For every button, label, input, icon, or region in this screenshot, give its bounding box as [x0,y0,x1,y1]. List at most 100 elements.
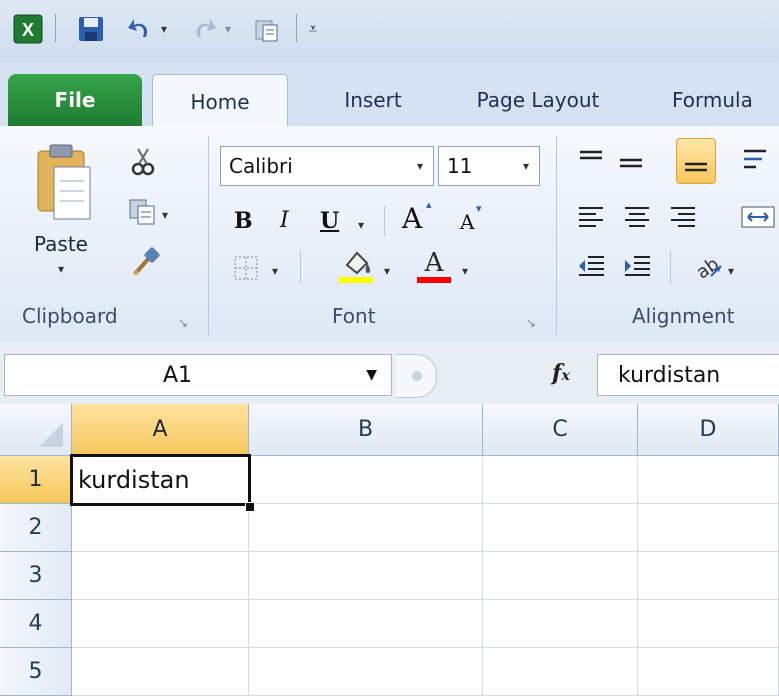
formula-bar-splitter[interactable] [396,354,437,398]
quick-access-toolbar: X ▾ ▾ ⩡ [0,0,779,63]
undo-dropdown-icon[interactable]: ▾ [156,12,172,46]
font-name-dropdown-icon[interactable]: ▾ [417,159,423,173]
select-all-corner[interactable] [0,404,72,456]
wrap-text-icon[interactable] [740,140,779,180]
clipboard-launcher-icon[interactable]: ↘ [178,312,188,331]
fill-color-icon[interactable] [336,246,376,286]
cell-c1[interactable] [483,456,638,504]
cell-a2[interactable] [72,504,249,552]
grow-font-button[interactable]: A [402,202,422,235]
customize-toolbar-icon[interactable]: ⩡ [302,12,324,46]
copy-dropdown-icon[interactable]: ▾ [162,204,168,223]
font-size-dropdown-icon[interactable]: ▾ [523,159,529,173]
cell-d4[interactable] [638,600,779,648]
align-middle-icon[interactable] [614,148,648,178]
format-painter-icon[interactable] [128,244,162,280]
worksheet-grid[interactable]: A B C D 1 2 3 4 5 kurdistan [0,404,779,696]
shrink-font-arrow-icon: ▾ [476,202,482,215]
tab-page-layout[interactable]: Page Layout [458,74,618,126]
cell-d1[interactable] [638,456,779,504]
row-header-2[interactable]: 2 [0,504,72,552]
align-left-icon[interactable] [574,202,608,232]
orientation-dropdown-icon[interactable]: ▾ [728,260,734,279]
cell-d5[interactable] [638,648,779,696]
redo-icon[interactable] [188,12,220,46]
cell-c2[interactable] [483,504,638,552]
font-size-combo[interactable]: 11 ▾ [438,146,540,186]
tab-home[interactable]: Home [152,74,288,128]
increase-indent-icon[interactable] [620,250,654,284]
decrease-indent-icon[interactable] [574,250,608,284]
align-right-icon[interactable] [666,202,700,232]
cell-c4[interactable] [483,600,638,648]
cell-a5[interactable] [72,648,249,696]
paste-icon[interactable] [28,142,100,226]
font-color-letter: A [424,248,444,278]
redo-dropdown-icon[interactable]: ▾ [220,12,236,46]
cut-icon[interactable] [128,146,158,178]
column-header-c[interactable]: C [483,404,638,456]
grow-font-arrow-icon: ▴ [426,198,432,211]
merge-center-icon[interactable] [740,200,779,234]
font-name-value: Calibri [229,154,293,178]
name-box-value: A1 [163,363,193,388]
tab-formulas[interactable]: Formula [672,74,779,126]
italic-button[interactable]: I [280,208,289,233]
font-color-icon[interactable]: A [414,246,454,286]
cell-a3[interactable] [72,552,249,600]
excel-logo-icon: X [10,12,46,46]
name-box-dropdown-icon[interactable]: ▼ [366,367,377,383]
align-bottom-icon[interactable] [676,138,716,184]
column-header-d[interactable]: D [638,404,779,456]
underline-button[interactable]: U [320,208,339,234]
alignment-group-label: Alignment [632,304,735,328]
formula-input-value: kurdistan [618,362,721,388]
insert-function-icon[interactable]: fx [552,360,570,386]
cell-d2[interactable] [638,504,779,552]
shrink-font-button[interactable]: A [460,210,474,234]
fill-handle[interactable] [245,502,255,512]
row-header-5[interactable]: 5 [0,648,72,696]
tab-insert[interactable]: Insert [318,74,428,126]
undo-icon[interactable] [124,12,156,46]
orientation-icon[interactable]: ab [688,248,728,284]
paste-special-icon[interactable] [250,12,284,46]
svg-text:X: X [22,20,34,40]
name-box[interactable]: A1 ▼ [4,354,392,396]
row-header-4[interactable]: 4 [0,600,72,648]
cell-b3[interactable] [249,552,483,600]
font-launcher-icon[interactable]: ↘ [526,312,536,331]
clipboard-group-label: Clipboard [22,304,118,328]
formula-input[interactable]: kurdistan [597,354,779,396]
ribbon-tabs: File Home Insert Page Layout Formula [0,62,779,128]
borders-icon[interactable] [230,252,262,284]
align-center-icon[interactable] [620,202,654,232]
font-size-value: 11 [447,154,473,178]
paste-dropdown-icon[interactable]: ▾ [58,258,64,277]
cell-c5[interactable] [483,648,638,696]
font-name-combo[interactable]: Calibri ▾ [220,146,434,186]
cell-b4[interactable] [249,600,483,648]
cell-d3[interactable] [638,552,779,600]
row-header-3[interactable]: 3 [0,552,72,600]
column-header-b[interactable]: B [249,404,483,456]
cell-b5[interactable] [249,648,483,696]
cell-b2[interactable] [249,504,483,552]
borders-dropdown-icon[interactable]: ▾ [272,260,278,279]
tab-file[interactable]: File [8,74,142,126]
bold-button[interactable]: B [234,208,253,234]
fill-color-dropdown-icon[interactable]: ▾ [384,260,390,279]
underline-dropdown-icon[interactable]: ▾ [358,214,364,233]
copy-icon[interactable] [126,196,160,228]
column-header-a[interactable]: A [72,404,249,456]
cell-c3[interactable] [483,552,638,600]
cell-a1[interactable]: kurdistan [72,456,249,504]
align-top-icon[interactable] [574,144,608,174]
row-header-1[interactable]: 1 [0,456,72,504]
cell-b1[interactable] [249,456,483,504]
save-icon[interactable] [74,12,108,46]
ribbon-home: Paste ▾ ▾ Clipboard ↘ Calibri ▾ 11 ▾ B I… [0,126,779,343]
cell-a4[interactable] [72,600,249,648]
paste-label[interactable]: Paste [34,232,88,256]
font-color-dropdown-icon[interactable]: ▾ [462,260,468,279]
